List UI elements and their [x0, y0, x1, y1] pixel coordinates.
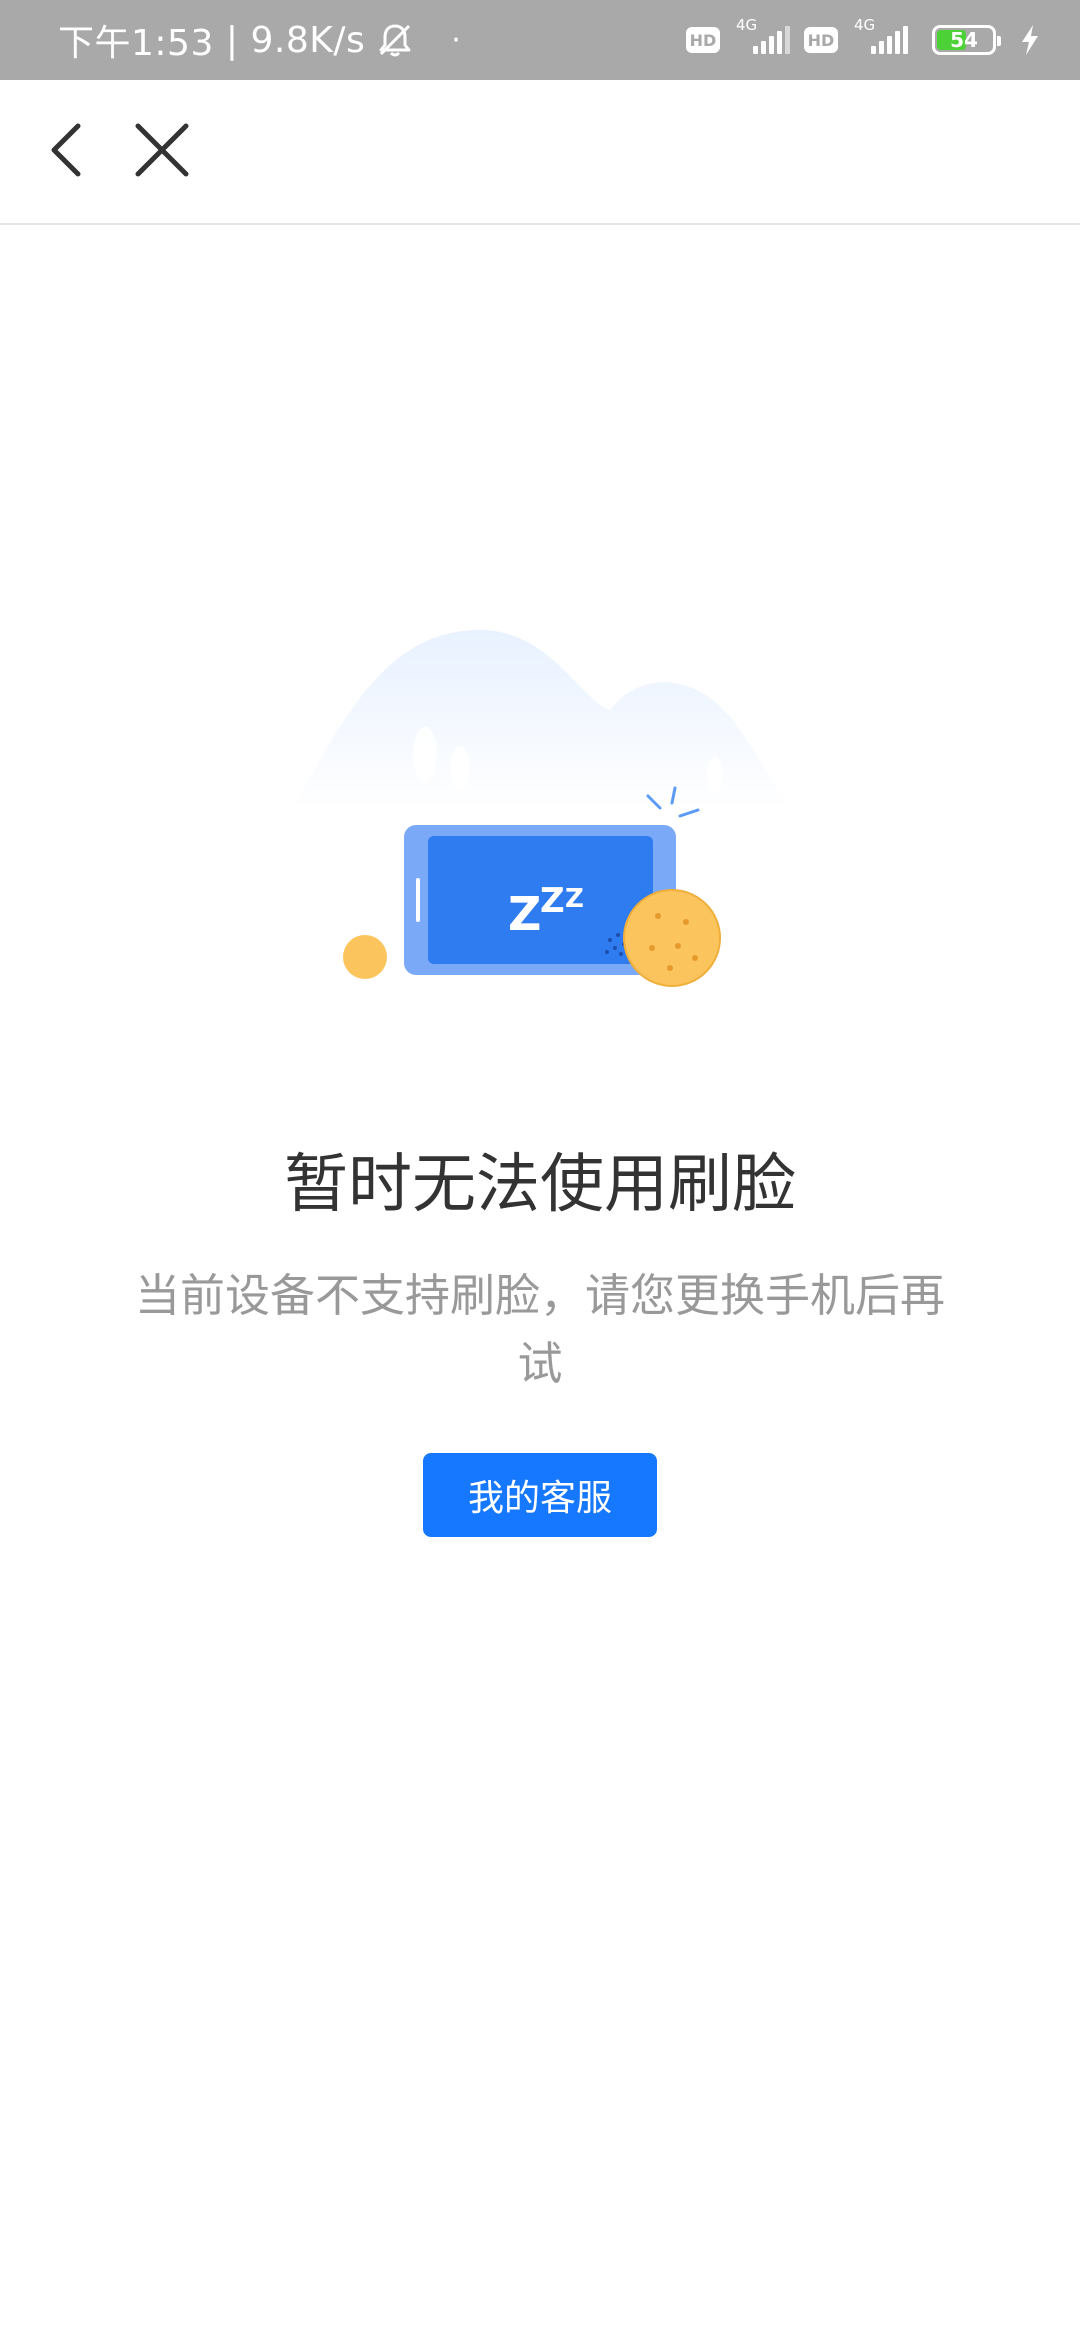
status-dot: · — [451, 22, 462, 58]
close-icon — [134, 122, 190, 182]
page-title: 暂时无法使用刷脸 — [284, 1148, 796, 1222]
large-coin — [623, 889, 721, 987]
battery-icon: 54 — [932, 25, 1001, 55]
back-button[interactable] — [26, 112, 106, 192]
nav-bar — [0, 80, 1080, 225]
signal-icon: 4G — [852, 16, 908, 60]
status-net-speed: 9.8K/s — [250, 19, 366, 61]
svg-text:Z: Z — [565, 884, 584, 914]
small-coin — [343, 935, 387, 979]
close-button[interactable] — [122, 112, 202, 192]
signal-icon: 4G — [734, 16, 790, 60]
page-subtitle: 当前设备不支持刷脸，请您更换手机后再试 — [134, 1269, 945, 1390]
status-separator: | — [225, 19, 239, 61]
battery-level: 54 — [950, 28, 978, 52]
status-right: HD 4G HD 4G 54 — [686, 0, 1042, 80]
back-arrow-icon — [44, 120, 88, 184]
status-left: 下午1:53 | 9.8K/s · — [58, 0, 461, 80]
svg-text:Z: Z — [540, 881, 565, 921]
customer-service-button[interactable]: 我的客服 — [423, 1453, 657, 1537]
svg-text:Z: Z — [508, 887, 541, 941]
charging-bolt-icon — [1018, 23, 1042, 57]
hd-badge-sim1: HD — [686, 27, 720, 53]
status-bar: 下午1:53 | 9.8K/s · HD 4G HD 4G 54 — [0, 0, 1080, 80]
bell-muted-icon — [375, 20, 415, 60]
status-time: 下午1:53 — [58, 23, 214, 64]
mountain-background — [290, 630, 790, 810]
hd-badge-sim2: HD — [804, 27, 838, 53]
sleeping-phone-illustration: Z Z Z — [280, 610, 800, 1010]
